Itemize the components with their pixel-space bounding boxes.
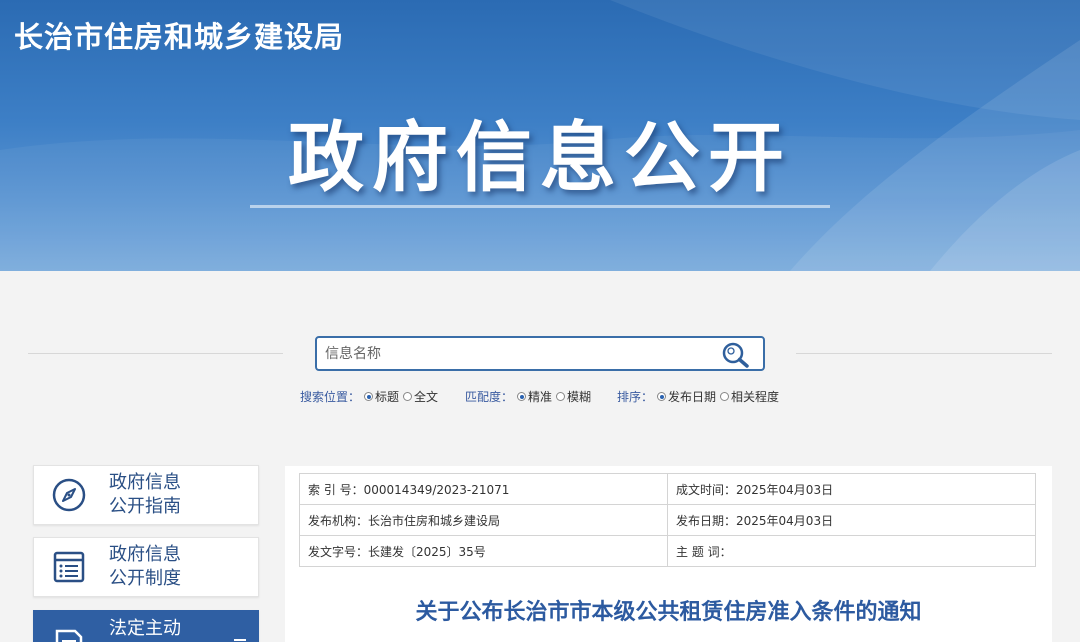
publish-date: 发布日期：2025年04月03日 [667, 504, 1036, 536]
radio-match-exact[interactable]: 精准 [517, 388, 552, 405]
article-title: 关于公布长治市市本级公共租赁住房准入条件的通知 [415, 600, 922, 625]
radio-dot [364, 392, 374, 401]
document-icon [55, 629, 83, 642]
radio-dot [517, 392, 527, 401]
article-panel: 索 引 号：000014349/2023-21071 成文时间：2025年04月… [285, 466, 1052, 642]
table-row: 发文字号：长建发〔2025〕35号 主 题 词： [299, 535, 1036, 567]
search-input[interactable] [325, 343, 715, 365]
sidebar-item-label: 政府信息 公开制度 [109, 544, 181, 589]
sort-group: 排序： 发布日期 相关程度 [617, 388, 783, 405]
radio-sort-date[interactable]: 发布日期 [657, 388, 716, 405]
radio-scope-fulltext[interactable]: 全文 [403, 388, 438, 405]
list-icon [53, 551, 85, 583]
written-date: 成文时间：2025年04月03日 [667, 473, 1036, 505]
radio-scope-title[interactable]: 标题 [364, 388, 399, 405]
radio-match-fuzzy[interactable]: 模糊 [556, 388, 591, 405]
chevron-right-icon [234, 639, 246, 641]
publisher: 发布机构：长治市住房和城乡建设局 [299, 504, 668, 536]
metadata-table: 索 引 号：000014349/2023-21071 成文时间：2025年04月… [299, 473, 1036, 567]
document-number: 发文字号：长建发〔2025〕35号 [299, 535, 668, 567]
match-group: 匹配度： 精准 模糊 [465, 388, 595, 405]
compass-icon [52, 478, 86, 512]
search-scope-group: 搜索位置： 标题 全文 [300, 388, 442, 405]
radio-sort-relevance[interactable]: 相关程度 [720, 388, 779, 405]
site-name: 长治市住房和城乡建设局 [14, 20, 345, 54]
table-row: 发布机构：长治市住房和城乡建设局 发布日期：2025年04月03日 [299, 504, 1036, 536]
banner-title: 政府信息公开 [288, 113, 792, 202]
sort-label: 排序： [617, 390, 654, 404]
header-banner: 长治市住房和城乡建设局 政府信息公开 [0, 0, 1080, 271]
sidebar-item-guide[interactable]: 政府信息 公开指南 [33, 465, 259, 525]
divider [28, 353, 283, 354]
table-row: 索 引 号：000014349/2023-21071 成文时间：2025年04月… [299, 473, 1036, 505]
subject-keywords: 主 题 词： [667, 535, 1036, 567]
radio-dot [657, 392, 667, 401]
search-box [315, 336, 765, 371]
radio-dot [556, 392, 566, 401]
radio-dot [720, 392, 730, 401]
search-icon[interactable] [721, 341, 751, 369]
radio-dot [403, 392, 413, 401]
sidebar-item-system[interactable]: 政府信息 公开制度 [33, 537, 259, 597]
sidebar-item-label: 法定主动 [109, 618, 181, 639]
sidebar-item-mandatory[interactable]: 法定主动 [33, 610, 259, 642]
match-label: 匹配度： [465, 390, 514, 404]
sidebar-item-label: 政府信息 公开指南 [109, 472, 181, 517]
index-number: 索 引 号：000014349/2023-21071 [299, 473, 668, 505]
divider [796, 353, 1052, 354]
search-scope-label: 搜索位置： [300, 390, 361, 404]
